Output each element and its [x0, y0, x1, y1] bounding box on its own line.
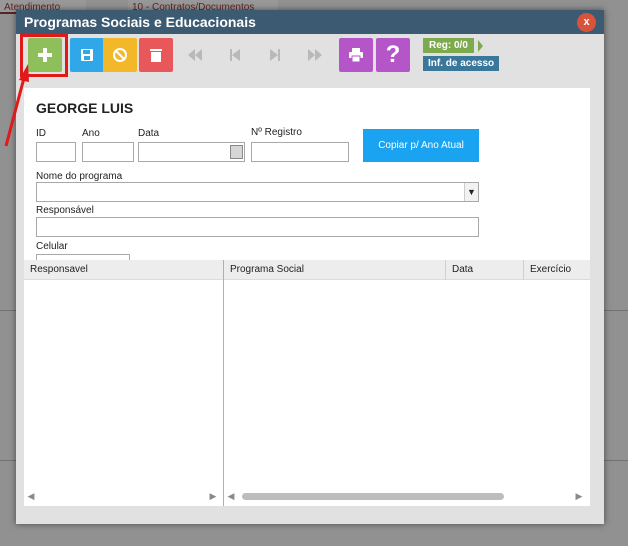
annotation-arrow [4, 64, 29, 147]
